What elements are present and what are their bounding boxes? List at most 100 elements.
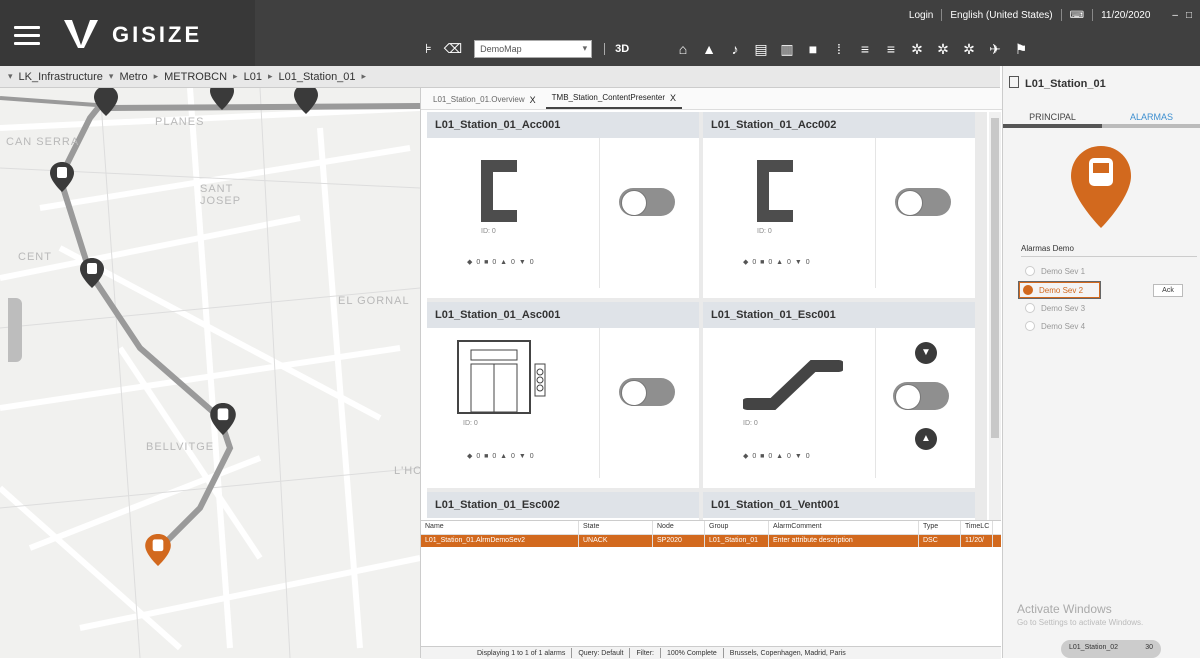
column-header[interactable]: Node [653, 521, 705, 534]
ack-button[interactable]: Ack [1153, 284, 1183, 297]
device-toggle[interactable] [895, 188, 951, 216]
severity-item-active[interactable]: Demo Sev 2 [1017, 281, 1102, 299]
alarm-cell: L01_Station_01 [705, 535, 769, 547]
station-pin-icon[interactable] [210, 88, 234, 110]
station-pin-icon[interactable] [294, 88, 318, 114]
panel-collapse-handle[interactable] [8, 298, 22, 362]
chart-icon[interactable]: ▤ [748, 38, 774, 60]
settings-icon[interactable]: ✲ [956, 38, 982, 60]
station-pin-icon[interactable] [94, 88, 118, 116]
alarm-cell: L01_Station_01.AlrmDemoSev2 [421, 535, 579, 547]
breadcrumb-item[interactable]: LK_Infrastructure [19, 71, 103, 83]
layers-icon[interactable]: ⊧ [425, 41, 432, 57]
access-gate-icon [757, 160, 793, 222]
station-pin-icon[interactable] [80, 258, 104, 288]
query-text: Query: Default [578, 649, 624, 657]
alarm-row[interactable]: L01_Station_01.AlrmDemoSev2 UNACK SP2020… [421, 535, 1001, 547]
train-icon[interactable]: ⚑ [1008, 38, 1034, 60]
device-toggle[interactable] [619, 188, 675, 216]
column-header[interactable]: State [579, 521, 653, 534]
windows-watermark: Activate Windows [1017, 602, 1112, 616]
alarm-cell: 11/20/ [961, 535, 993, 547]
alarms-group-title: Alarmas Demo [1021, 244, 1074, 253]
breadcrumb-item[interactable]: METROBCN [164, 71, 227, 83]
tab-bar: L01_Station_01.Overview X TMB_Station_Con… [421, 88, 1003, 110]
alarm-cell: SP2020 [653, 535, 705, 547]
alarm-cell: DSC [919, 535, 961, 547]
severity-item[interactable]: Demo Sev 4 [1025, 321, 1085, 331]
map-label: CAN SERRA [6, 136, 80, 148]
map-label: PLANES [155, 116, 205, 128]
language-selector[interactable]: English (United States) [950, 10, 1052, 21]
column-header[interactable]: Group [705, 521, 769, 534]
map-toolbar: ⊧ ⌫ DemoMap 3D [425, 40, 629, 58]
card-title: L01_Station_01_Asc001 [427, 302, 699, 328]
map-select[interactable]: DemoMap [474, 40, 593, 58]
device-card: L01_Station_01_Asc001 ID: 0 ◆ 0 ■ 0 ▲ 0 … [427, 302, 699, 488]
vertical-scrollbar[interactable] [989, 112, 1001, 520]
clipboard-icon[interactable]: ▥ [774, 38, 800, 60]
close-tab-icon[interactable]: X [670, 93, 676, 103]
list-add-icon[interactable]: ≡ [852, 38, 878, 60]
breadcrumb-item[interactable]: L01_Station_01 [278, 71, 355, 83]
bell-icon[interactable]: ♪ [722, 38, 748, 60]
panel-title: L01_Station_01 [1025, 78, 1106, 90]
alarm-cell: Enter attribute description [769, 535, 919, 547]
tab-principal[interactable]: PRINCIPAL [1003, 108, 1102, 128]
device-card: L01_Station_01_Acc001 ID: 0 ◆ 0 ■ 0 ▲ 0 … [427, 112, 699, 298]
login-link[interactable]: Login [909, 10, 933, 21]
warning-icon[interactable]: ▲ [696, 38, 722, 60]
station-alarm-pin-icon [1071, 146, 1131, 228]
minimize-icon[interactable]: – [1172, 10, 1178, 21]
divider [1021, 256, 1197, 257]
brand-name: GISIZE [112, 22, 203, 47]
status-legend: ◆ 0 ■ 0 ▲ 0 ▼ 0 [743, 259, 811, 266]
elevator-icon [457, 340, 546, 414]
device-toggle[interactable] [893, 382, 949, 410]
tab-alarmas[interactable]: ALARMAS [1102, 108, 1200, 128]
tab-content-presenter[interactable]: TMB_Station_ContentPresenter X [545, 89, 683, 109]
gear-icon[interactable]: ✲ [904, 38, 930, 60]
maximize-icon[interactable]: □ [1186, 10, 1192, 21]
gear-edit-icon[interactable]: ✲ [930, 38, 956, 60]
gisize-logo-icon [64, 20, 98, 48]
list-icon[interactable]: ≡ [878, 38, 904, 60]
device-toggle[interactable] [619, 378, 675, 406]
map-label: SANT JOSEP [200, 183, 242, 207]
column-header[interactable]: AlarmComment [769, 521, 919, 534]
selected-station-pin-icon[interactable] [145, 534, 171, 566]
severity-item[interactable]: Demo Sev 1 [1025, 266, 1085, 276]
arrow-down-button[interactable]: ▼ [915, 342, 937, 364]
station-pill[interactable]: L01_Station_02 30 [1061, 640, 1161, 658]
escalator-icon [743, 360, 843, 410]
plane-icon[interactable]: ✈ [982, 38, 1008, 60]
hamburger-menu-icon[interactable] [14, 26, 40, 45]
camera-icon[interactable]: ■ [800, 38, 826, 60]
content-presenter: L01_Station_01.Overview X TMB_Station_Con… [420, 88, 1003, 659]
breadcrumb-item[interactable]: Metro [119, 71, 147, 83]
alarm-cell: UNACK [579, 535, 653, 547]
severity-item[interactable]: Demo Sev 3 [1025, 303, 1085, 313]
breadcrumb-item[interactable]: L01 [244, 71, 262, 83]
access-gate-icon [481, 160, 517, 222]
column-header[interactable]: Name [421, 521, 579, 534]
eraser-icon[interactable]: ⌫ [444, 41, 462, 57]
close-tab-icon[interactable]: X [530, 95, 536, 105]
map-view[interactable]: PLANES CAN SERRA SANT JOSEP CENT EL GORN… [0, 88, 420, 658]
card-title: L01_Station_01_Esc001 [703, 302, 975, 328]
keyboard-icon[interactable]: ⌨ [1070, 10, 1084, 21]
tab-overview[interactable]: L01_Station_01.Overview X [427, 91, 542, 109]
timezone-text: Brussels, Copenhagen, Madrid, Paris [729, 649, 846, 657]
device-grid: L01_Station_01_Acc001 ID: 0 ◆ 0 ■ 0 ▲ 0 … [427, 112, 987, 520]
station-pin-icon[interactable] [210, 403, 236, 435]
home-icon[interactable]: ⌂ [670, 38, 696, 60]
column-header[interactable]: TimeLC [961, 521, 993, 534]
arrow-up-button[interactable]: ▲ [915, 428, 937, 450]
grid-icon[interactable]: ⁞ [826, 38, 852, 60]
filter-text: Filter: [636, 649, 654, 657]
3d-button[interactable]: 3D [604, 43, 629, 55]
station-pin-icon[interactable] [50, 162, 74, 192]
device-card: L01_Station_01_Acc002 ID: 0 ◆ 0 ■ 0 ▲ 0 … [703, 112, 975, 298]
date-display: 11/20/2020 [1101, 9, 1151, 21]
column-header[interactable]: Type [919, 521, 961, 534]
